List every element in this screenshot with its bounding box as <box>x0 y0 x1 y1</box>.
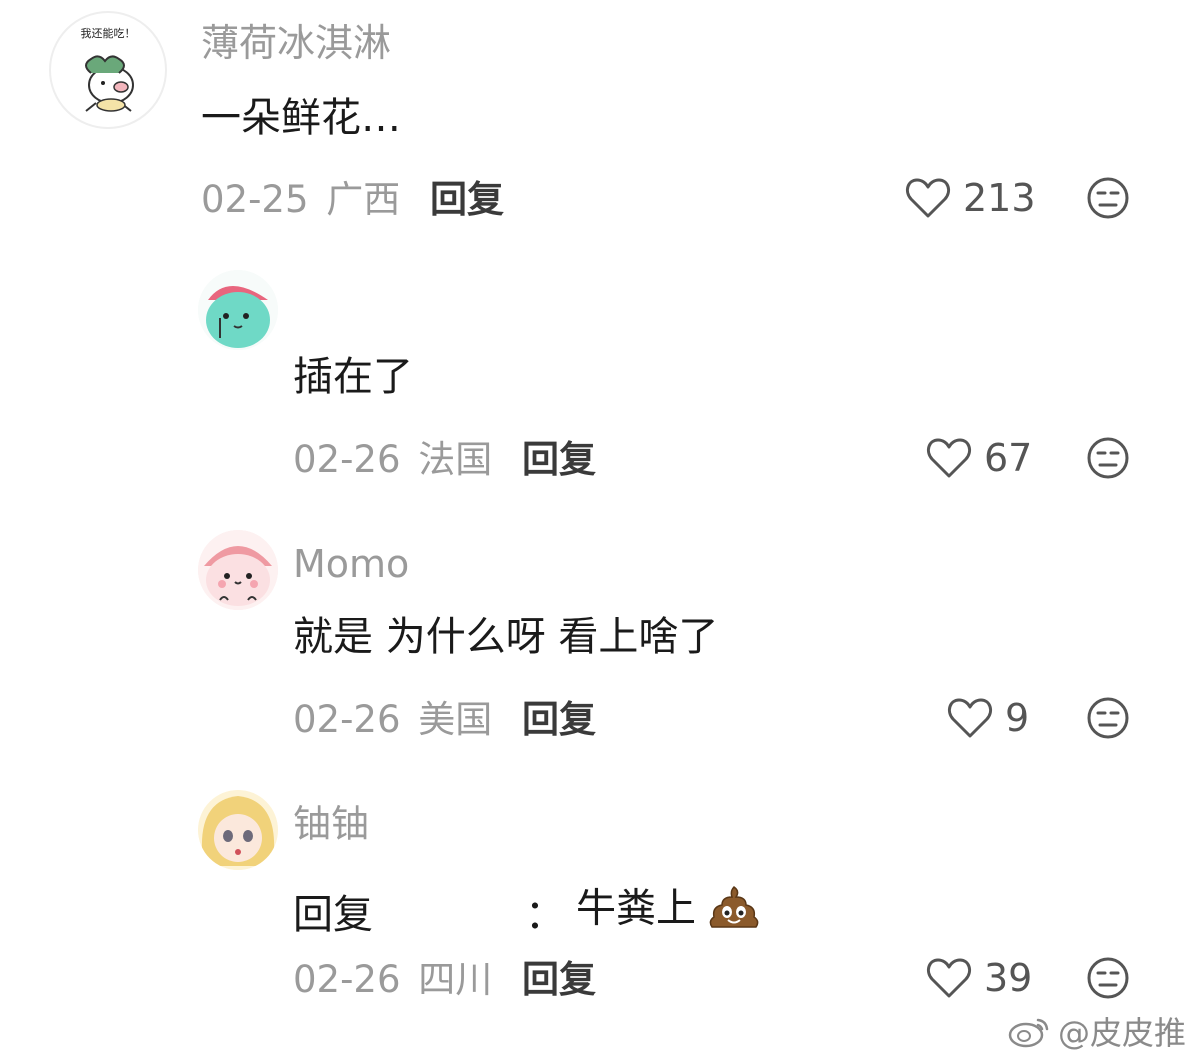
comment-date: 02-26 <box>293 698 401 741</box>
username[interactable]: Momo <box>293 545 409 583</box>
comment-text: 牛粪上 <box>576 885 696 932</box>
comment-date: 02-25 <box>201 178 309 221</box>
pink-creature-avatar-icon <box>198 530 278 610</box>
username[interactable]: 铀铀 <box>293 805 369 843</box>
comment-location: 广西 <box>326 178 401 221</box>
reply-prefix: 回复 <box>293 892 373 938</box>
comment-date: 02-26 <box>293 438 401 481</box>
reply-colon: ： <box>525 892 565 938</box>
like-button[interactable]: 9 <box>947 696 1029 740</box>
anime-girl-avatar-icon <box>198 790 278 870</box>
like-button[interactable]: 213 <box>905 176 1036 220</box>
like-count: 39 <box>984 956 1033 1000</box>
comment-location: 美国 <box>418 698 493 741</box>
dinosaur-avatar-icon <box>198 270 278 350</box>
dislike-button[interactable] <box>1086 696 1130 740</box>
comment-meta: 02-26 四川 <box>293 961 492 998</box>
poop-emoji-icon <box>709 884 759 937</box>
comment-location: 四川 <box>418 958 493 1001</box>
avatar-caption: 我还能吃！ <box>81 26 136 40</box>
watermark-text: @皮皮推 <box>1057 1014 1186 1052</box>
heart-icon <box>947 698 993 738</box>
avatar[interactable] <box>198 270 278 350</box>
like-count: 67 <box>984 436 1033 480</box>
like-button[interactable]: 39 <box>926 956 1032 1000</box>
comment-meta: 02-25 广西 <box>201 181 400 218</box>
comment-text: 插在了 <box>293 354 413 400</box>
reply-button[interactable]: 回复 <box>430 181 504 218</box>
dislike-button[interactable] <box>1086 956 1130 1000</box>
heart-icon <box>926 438 972 478</box>
comment-text: 一朵鲜花… <box>201 95 401 141</box>
reply-button[interactable]: 回复 <box>522 961 596 998</box>
weibo-icon <box>1008 1018 1049 1048</box>
unamused-face-icon <box>1087 697 1129 739</box>
watermark: @皮皮推 <box>1008 1008 1186 1054</box>
like-count: 9 <box>1005 696 1030 740</box>
reply-button[interactable]: 回复 <box>522 441 596 478</box>
avatar[interactable] <box>198 790 278 870</box>
comment-date: 02-26 <box>293 958 401 1001</box>
comment-text-wrap: 牛粪上 <box>576 884 759 937</box>
pig-avatar-icon: 我还能吃！ <box>81 26 136 112</box>
comment-meta: 02-26 法国 <box>293 441 492 478</box>
like-button[interactable]: 67 <box>926 436 1032 480</box>
username[interactable]: 薄荷冰淇淋 <box>201 24 391 62</box>
heart-icon <box>905 178 951 218</box>
comment-meta: 02-26 美国 <box>293 701 492 738</box>
avatar[interactable] <box>198 530 278 610</box>
unamused-face-icon <box>1087 177 1129 219</box>
unamused-face-icon <box>1087 437 1129 479</box>
dislike-button[interactable] <box>1086 176 1130 220</box>
avatar[interactable]: 我还能吃！ <box>49 11 167 129</box>
heart-icon <box>926 958 972 998</box>
comment-location: 法国 <box>418 438 493 481</box>
comment-text: 就是 为什么呀 看上啥了 <box>293 614 719 660</box>
reply-button[interactable]: 回复 <box>522 701 596 738</box>
like-count: 213 <box>963 176 1036 220</box>
unamused-face-icon <box>1087 957 1129 999</box>
dislike-button[interactable] <box>1086 436 1130 480</box>
